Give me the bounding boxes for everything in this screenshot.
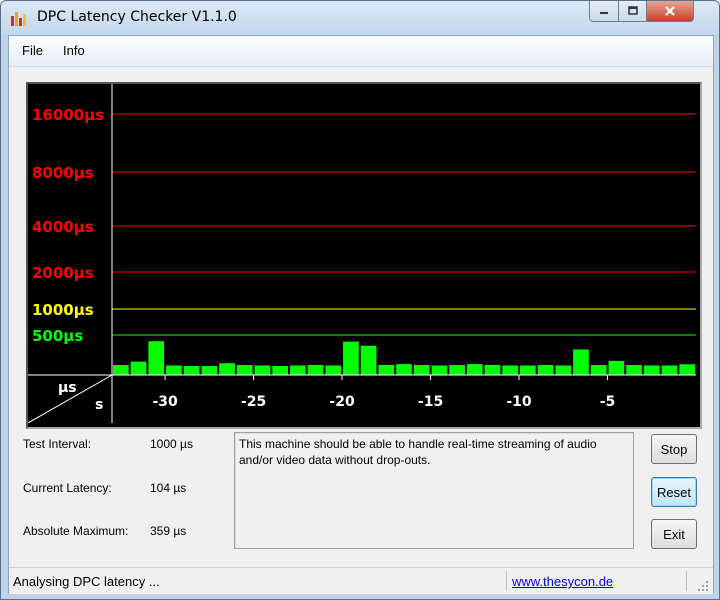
absolute-max-value: 359 µs [150, 524, 187, 538]
latency-bar-18 [431, 365, 448, 375]
title-bar[interactable]: DPC Latency Checker V1.1.0 [1, 1, 719, 35]
minimize-button[interactable] [589, 1, 619, 22]
latency-bar-28 [608, 360, 625, 375]
menu-info[interactable]: Info [63, 43, 85, 58]
website-link[interactable]: www.thesycon.de [512, 574, 613, 589]
latency-bar-15 [378, 365, 395, 375]
status-bar: Analysing DPC latency ... www.thesycon.d… [9, 567, 713, 594]
menu-file[interactable]: File [22, 43, 43, 58]
latency-bar-19 [449, 365, 465, 375]
client-area: File Info 16000µs 8000µs 4000µs 2000µs 1000µ… [8, 35, 714, 594]
latency-bar-27 [590, 365, 607, 375]
latency-bar-24 [537, 365, 554, 375]
reset-button[interactable]: Reset [651, 477, 697, 507]
x-tick-label-1: -25 [241, 394, 266, 410]
x-ticks-layer: -30 -25 -20 -15 -10 -5 [152, 375, 615, 410]
latency-bar-16 [396, 364, 412, 375]
stop-button[interactable]: Stop [651, 434, 697, 464]
test-interval-value: 1000 µs [150, 437, 193, 451]
app-window: DPC Latency Checker V1.1.0 File Info 160… [0, 0, 720, 600]
window-title: DPC Latency Checker V1.1.0 [37, 9, 237, 25]
latency-bar-32 [679, 364, 695, 375]
latency-graph: 16000µs 8000µs 4000µs 2000µs 1000µs 500µs µs s… [26, 82, 702, 429]
threshold-label-2: 4000µs [32, 218, 94, 236]
latency-bar-17 [413, 365, 430, 375]
latency-bar-22 [502, 365, 519, 375]
bar-chart-icon [11, 12, 26, 26]
threshold-layer: 16000µs 8000µs 4000µs 2000µs 1000µs 500µs [32, 106, 696, 345]
latency-bar-9 [272, 366, 288, 375]
absolute-max-label: Absolute Maximum: [23, 524, 129, 538]
x-tick-label-2: -20 [329, 394, 355, 410]
latency-bar-30 [643, 365, 660, 375]
test-interval-label: Test Interval: [23, 437, 92, 451]
status-text: Analysing DPC latency ... [13, 574, 160, 589]
exit-button[interactable]: Exit [651, 519, 697, 549]
close-icon [665, 6, 675, 16]
latency-bar-6 [219, 363, 235, 375]
latency-bar-20 [466, 364, 483, 375]
threshold-label-5: 500µs [32, 327, 83, 345]
threshold-label-3: 2000µs [32, 264, 94, 282]
latency-bar-5 [201, 366, 218, 375]
latency-bar-25 [555, 365, 572, 375]
latency-bar-8 [254, 365, 271, 375]
maximize-button[interactable] [618, 1, 647, 22]
status-divider [506, 571, 507, 591]
x-tick-label-4: -10 [506, 394, 532, 410]
x-tick-label-0: -30 [152, 394, 178, 410]
latency-bar-4 [183, 366, 200, 375]
latency-bar-7 [236, 365, 253, 375]
latency-bar-31 [661, 365, 678, 375]
status-divider [686, 571, 687, 591]
threshold-label-1: 8000µs [32, 164, 94, 182]
latency-bar-3 [166, 365, 182, 375]
latency-bar-21 [484, 365, 501, 375]
threshold-label-0: 16000µs [32, 106, 104, 124]
y-unit-label: µs [58, 380, 77, 396]
latency-bar-29 [626, 365, 642, 375]
resize-grip-icon[interactable] [697, 580, 709, 592]
latency-bar-0 [113, 365, 129, 375]
maximize-icon [627, 6, 638, 15]
current-latency-value: 104 µs [150, 481, 187, 495]
minimize-icon [600, 12, 608, 14]
bars-layer [113, 341, 695, 375]
latency-bar-23 [520, 365, 536, 375]
latency-chart: 16000µs 8000µs 4000µs 2000µs 1000µs 500µs µs s… [28, 84, 696, 423]
menu-bar: File Info [9, 36, 713, 67]
threshold-label-4: 1000µs [32, 301, 94, 319]
latency-bar-2 [148, 341, 165, 375]
close-button[interactable] [646, 1, 694, 22]
latency-bar-26 [573, 349, 589, 375]
status-message: This machine should be able to handle re… [234, 432, 634, 549]
latency-bar-1 [130, 361, 147, 375]
x-unit-label: s [95, 397, 103, 413]
latency-bar-10 [289, 365, 306, 375]
x-tick-label-3: -15 [418, 394, 443, 410]
latency-bar-11 [307, 365, 324, 375]
latency-bar-12 [325, 365, 342, 375]
latency-bar-14 [360, 345, 377, 375]
x-tick-label-5: -5 [600, 394, 616, 410]
current-latency-label: Current Latency: [23, 481, 112, 495]
latency-bar-13 [343, 341, 359, 375]
